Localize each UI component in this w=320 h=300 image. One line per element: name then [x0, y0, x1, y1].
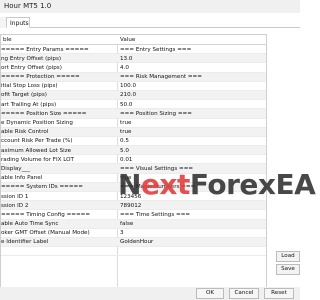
table-row[interactable]: rading Volume for FIX LOT 0.01 — [1, 155, 266, 165]
grid-header: ble Value — [1, 35, 266, 45]
row-value[interactable]: 100.0 — [120, 83, 266, 89]
row-variable: ===== System IDs ===== — [1, 184, 83, 191]
ok-button[interactable]: OK — [196, 288, 224, 299]
table-row[interactable]: ccount Risk Per Trade (%) 0.5 — [1, 137, 266, 147]
table-row[interactable]: e Dynamic Position Sizing true — [1, 119, 266, 128]
row-variable: art Trailing At (pips) — [1, 101, 57, 108]
header-value[interactable]: Value — [120, 37, 135, 43]
row-variable: oker GMT Offset (Manual Mode) — [1, 230, 90, 237]
row-value[interactable]: === Entry Settings === — [120, 47, 266, 53]
row-value[interactable]: 4.0 — [120, 65, 266, 71]
table-row[interactable]: ort Entry Offset (pips) 4.0 — [1, 63, 266, 73]
table-row[interactable]: ng Entry Offset (pips) 13.0 — [1, 54, 266, 64]
row-variable: able Info Panel — [1, 175, 43, 182]
row-variable: itial Stop Loss (pips) — [1, 83, 58, 90]
bottom-bar: OK Cancel Reset — [0, 287, 300, 300]
reset-button[interactable]: Reset — [264, 288, 294, 299]
table-row[interactable] — [1, 247, 266, 257]
row-variable: ===== Protection ===== — [1, 74, 80, 81]
row-value[interactable]: 789012 — [120, 203, 266, 209]
tab-inputs[interactable]: Inputs — [6, 17, 30, 28]
row-variable: ccount Risk Per Trade (%) — [1, 138, 73, 145]
table-row[interactable]: ===== Protection ===== === Risk Managemen… — [1, 72, 266, 82]
row-variable: ng Entry Offset (pips) — [1, 55, 62, 62]
inputs-grid: ble Value ===== Entry Params ===== === En… — [0, 34, 267, 291]
row-value[interactable]: 50.0 — [120, 102, 266, 108]
row-variable: able Risk Control — [1, 129, 49, 136]
load-button[interactable]: Load — [276, 251, 300, 262]
watermark-logo: NextForexEA — [118, 168, 316, 201]
row-value[interactable]: false — [120, 221, 266, 227]
row-variable: ===== Entry Params ===== — [1, 46, 89, 53]
cancel-button[interactable]: Cancel — [229, 288, 259, 299]
row-value[interactable]: GoldenHour — [120, 239, 266, 245]
row-variable: rading Volume for FIX LOT — [1, 156, 74, 163]
window-title: Hour MT5 1.0 — [4, 2, 52, 10]
row-value[interactable]: true — [120, 129, 266, 135]
save-button[interactable]: Save — [276, 264, 300, 275]
row-value[interactable]: 5.0 — [120, 148, 266, 154]
tab-strip: Inputs — [0, 15, 300, 28]
row-variable: e Identifier Label — [1, 239, 49, 246]
table-row[interactable]: itial Stop Loss (pips) 100.0 — [1, 82, 266, 91]
table-row[interactable]: able Auto Time Sync false — [1, 219, 266, 229]
row-variable: ssion ID 1 — [1, 193, 29, 200]
row-value[interactable]: 210.0 — [120, 92, 266, 98]
table-row[interactable]: ===== Timing Config ===== === Time Settin… — [1, 210, 266, 220]
row-variable: e Dynamic Position Sizing — [1, 120, 73, 126]
header-variable[interactable]: ble — [3, 37, 12, 43]
table-row[interactable]: able Risk Control true — [1, 127, 266, 137]
table-row[interactable]: aximum Allowed Lot Size 5.0 — [1, 146, 266, 156]
row-variable: ===== Position Size ===== — [1, 110, 87, 117]
row-variable: ssion ID 2 — [1, 202, 29, 209]
table-row[interactable]: ===== Entry Params ===== === Entry Settin… — [1, 45, 266, 55]
row-value[interactable]: === Time Settings === — [120, 212, 266, 218]
row-variable: ort Entry Offset (pips) — [1, 64, 62, 71]
row-value[interactable]: true — [120, 120, 266, 126]
grid-rows: ===== Entry Params ===== === Entry Settin… — [1, 45, 266, 257]
row-value[interactable]: 0.5 — [120, 138, 266, 144]
title-bar: Hour MT5 1.0 — [0, 0, 300, 13]
row-value[interactable]: === Risk Management === — [120, 74, 266, 80]
table-row[interactable]: art Trailing At (pips) 50.0 — [1, 100, 266, 110]
row-value[interactable]: 0.01 — [120, 157, 266, 163]
row-variable: aximum Allowed Lot Size — [1, 147, 72, 154]
table-row[interactable]: ssion ID 2 789012 — [1, 201, 266, 211]
row-value[interactable]: 3 — [120, 230, 266, 236]
watermark-ext: ext — [140, 168, 190, 201]
watermark-forexea: ForexEA — [189, 168, 316, 201]
table-row[interactable]: ofit Target (pips) 210.0 — [1, 90, 266, 101]
row-variable: Display___ — [1, 165, 31, 172]
row-variable: able Auto Time Sync — [1, 221, 59, 228]
table-row[interactable]: e Identifier Label GoldenHour — [1, 237, 266, 248]
row-variable: ofit Target (pips) — [1, 92, 47, 99]
row-value[interactable]: === Position Sizing === — [120, 111, 266, 117]
row-variable: ===== Timing Config ===== — [1, 211, 91, 218]
table-row[interactable]: oker GMT Offset (Manual Mode) 3 — [1, 229, 266, 238]
watermark-n: N — [118, 168, 141, 201]
table-row[interactable]: ===== Position Size ===== === Position Si… — [1, 109, 266, 119]
row-value[interactable]: 13.0 — [120, 56, 266, 62]
